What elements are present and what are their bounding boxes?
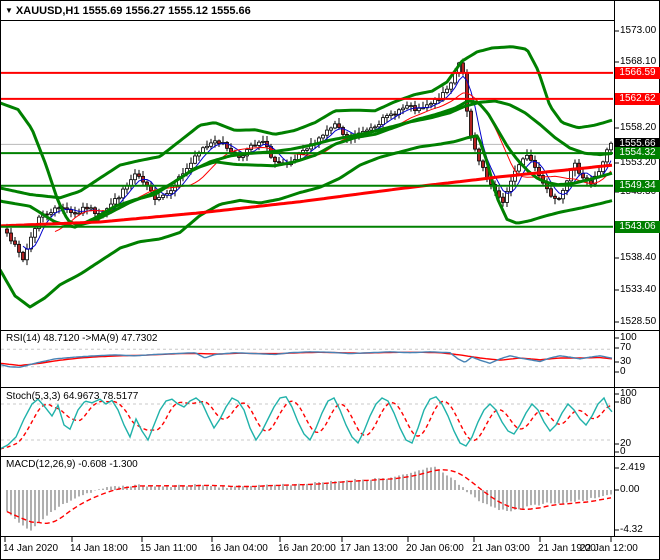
price-axis bbox=[615, 0, 660, 537]
time-axis bbox=[0, 537, 614, 560]
chart-window: ▼ XAUUSD,H1 1555.69 1556.27 1555.12 1555.… bbox=[0, 0, 660, 560]
stoch-panel[interactable] bbox=[0, 388, 614, 456]
main-chart-area[interactable] bbox=[0, 21, 614, 330]
rsi-panel[interactable] bbox=[0, 331, 614, 387]
macd-panel[interactable] bbox=[0, 457, 614, 536]
